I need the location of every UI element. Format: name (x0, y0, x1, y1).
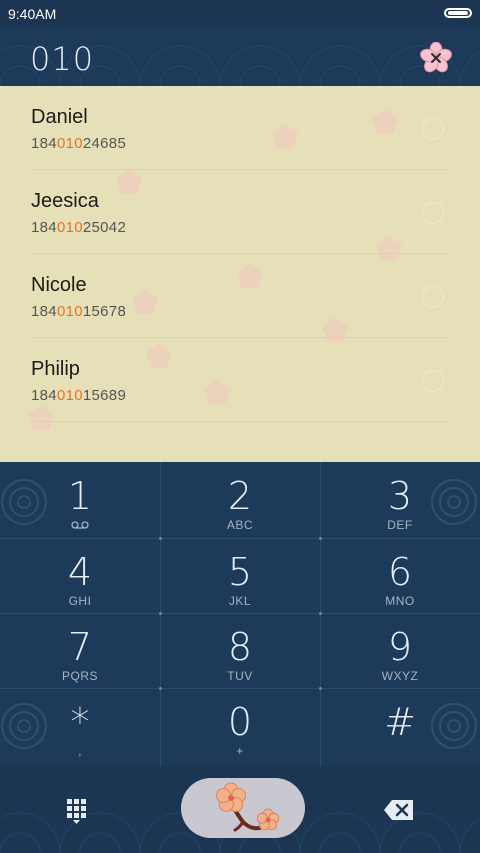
number-match-highlight: 010 (56, 219, 83, 236)
key-letters: TUV (227, 669, 253, 683)
key-letters: WXYZ (381, 669, 419, 683)
key-7[interactable]: 7 PQRS (0, 613, 160, 689)
key-digit: 1 (67, 474, 93, 518)
contact-number: 18401015678 (31, 303, 127, 320)
status-time: 9:40AM (8, 6, 57, 22)
key-6[interactable]: 6 MNO (320, 538, 480, 614)
contact-row-daniel[interactable]: Daniel 18401024685 (31, 86, 448, 170)
key-letters: MNO (385, 594, 415, 608)
key-letters: ABC (226, 518, 254, 532)
key-2[interactable]: 2 ABC (160, 462, 320, 538)
contact-detail-icon[interactable] (422, 118, 444, 140)
key-digit: 6 (387, 550, 413, 594)
status-bar: 9:40AM (0, 0, 480, 28)
key-digit: 7 (67, 625, 93, 669)
contact-detail-icon[interactable] (422, 286, 444, 308)
key-letters: , (78, 744, 82, 758)
contact-name: Philip (31, 358, 80, 380)
voicemail-icon (0, 518, 160, 532)
contact-row-jeesica[interactable]: Jeesica 18401025042 (31, 170, 448, 254)
key-hash[interactable]: # (320, 688, 480, 764)
number-match-highlight: 010 (56, 303, 83, 320)
key-1[interactable]: 1 (0, 462, 160, 538)
contact-detail-icon[interactable] (422, 202, 444, 224)
contact-name: Daniel (31, 106, 88, 128)
number-match-highlight: 010 (56, 387, 83, 404)
key-star[interactable]: * , (0, 688, 160, 764)
key-8[interactable]: 8 TUV (160, 613, 320, 689)
backspace-icon (384, 800, 413, 820)
key-4[interactable]: 4 GHI (0, 538, 160, 614)
contact-number: 18401015689 (31, 387, 127, 404)
contact-name: Jeesica (31, 190, 99, 212)
key-letters: GHI (68, 594, 92, 608)
dial-header: 010 (0, 28, 480, 86)
key-letters: JKL (228, 594, 252, 608)
key-digit: # (384, 700, 416, 744)
key-letters: DEF (387, 518, 413, 532)
key-0[interactable]: 0 + (160, 688, 320, 764)
dial-keypad: 1 2 ABC 3 DEF 4 GHI 5 JKL 6 MNO 7 PQRS 8… (0, 462, 480, 766)
key-digit: 9 (387, 625, 413, 669)
contact-number: 18401024685 (31, 135, 127, 152)
key-digit: 4 (67, 550, 93, 594)
contact-list: Daniel 18401024685 Jeesica 18401025042 N… (0, 86, 480, 462)
key-digit: 5 (227, 550, 253, 594)
key-5[interactable]: 5 JKL (160, 538, 320, 614)
key-digit: * (70, 700, 90, 744)
dialpad-grid-icon (67, 799, 86, 824)
key-digit: 8 (227, 625, 253, 669)
battery-icon (444, 8, 472, 18)
sakura-clear-icon (420, 41, 452, 73)
key-digit: 2 (227, 474, 253, 518)
dialed-number[interactable]: 010 (30, 40, 94, 78)
plum-blossom-call-icon (215, 782, 280, 832)
number-match-highlight: 010 (56, 135, 83, 152)
call-button[interactable] (181, 778, 305, 838)
key-3[interactable]: 3 DEF (320, 462, 480, 538)
key-digit: 0 (227, 700, 253, 744)
bottom-action-bar (0, 766, 480, 853)
key-digit: 3 (387, 474, 413, 518)
contact-row-nicole[interactable]: Nicole 18401015678 (31, 254, 448, 338)
contact-number: 18401025042 (31, 219, 127, 236)
backspace-button[interactable] (382, 796, 416, 824)
contact-detail-icon[interactable] (422, 370, 444, 392)
contact-name: Nicole (31, 274, 87, 296)
dialpad-toggle-button[interactable] (64, 796, 94, 826)
key-letters: + (236, 744, 244, 758)
key-9[interactable]: 9 WXYZ (320, 613, 480, 689)
contact-row-philip[interactable]: Philip 18401015689 (31, 338, 448, 422)
key-letters: PQRS (61, 669, 98, 683)
clear-button[interactable] (420, 41, 452, 74)
